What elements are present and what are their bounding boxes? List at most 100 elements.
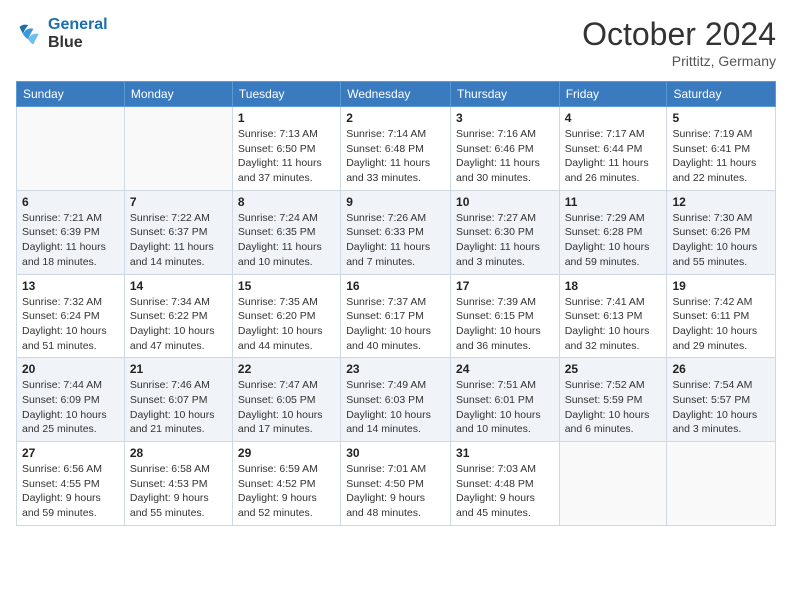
day-info: Sunrise: 7:49 AM Sunset: 6:03 PM Dayligh…	[346, 378, 445, 437]
calendar-cell: 18Sunrise: 7:41 AM Sunset: 6:13 PM Dayli…	[559, 274, 667, 358]
calendar-cell: 12 Sunrise: 7:30 AM Sunset: 6:26 PM Dayli…	[667, 190, 776, 274]
day-info: Sunrise: 6:58 AM Sunset: 4:53 PM Dayligh…	[130, 462, 227, 521]
day-info: Sunrise: 7:01 AM Sunset: 4:50 PM Dayligh…	[346, 462, 445, 521]
calendar-cell: 21Sunrise: 7:46 AM Sunset: 6:07 PM Dayli…	[124, 358, 232, 442]
header-monday: Monday	[124, 82, 232, 107]
day-number: 3	[456, 111, 554, 125]
day-number: 12	[672, 195, 770, 209]
calendar-cell: 4 Sunrise: 7:17 AM Sunset: 6:44 PM Daylig…	[559, 107, 667, 191]
day-number: 11	[565, 195, 662, 209]
calendar-cell: 13Sunrise: 7:32 AM Sunset: 6:24 PM Dayli…	[17, 274, 125, 358]
day-info: Sunrise: 7:03 AM Sunset: 4:48 PM Dayligh…	[456, 462, 554, 521]
calendar-week-2: 13Sunrise: 7:32 AM Sunset: 6:24 PM Dayli…	[17, 274, 776, 358]
day-info: Sunrise: 7:24 AM Sunset: 6:35 PM Dayligh…	[238, 211, 335, 270]
day-number: 2	[346, 111, 445, 125]
day-info: Sunrise: 7:29 AM Sunset: 6:28 PM Dayligh…	[565, 211, 662, 270]
day-number: 16	[346, 279, 445, 293]
calendar-week-4: 27Sunrise: 6:56 AM Sunset: 4:55 PM Dayli…	[17, 442, 776, 526]
calendar-cell: 30 Sunrise: 7:01 AM Sunset: 4:50 PM Dayli…	[341, 442, 451, 526]
calendar-cell	[667, 442, 776, 526]
calendar-week-1: 6Sunrise: 7:21 AM Sunset: 6:39 PM Daylig…	[17, 190, 776, 274]
calendar-cell: 24 Sunrise: 7:51 AM Sunset: 6:01 PM Dayli…	[451, 358, 560, 442]
day-number: 20	[22, 362, 119, 376]
logo-icon	[16, 20, 44, 48]
calendar-week-0: 1 Sunrise: 7:13 AM Sunset: 6:50 PM Daylig…	[17, 107, 776, 191]
calendar-cell: 1 Sunrise: 7:13 AM Sunset: 6:50 PM Daylig…	[232, 107, 340, 191]
day-number: 19	[672, 279, 770, 293]
day-info: Sunrise: 7:30 AM Sunset: 6:26 PM Dayligh…	[672, 211, 770, 270]
day-number: 21	[130, 362, 227, 376]
day-info: Sunrise: 7:26 AM Sunset: 6:33 PM Dayligh…	[346, 211, 445, 270]
day-number: 13	[22, 279, 119, 293]
day-info: Sunrise: 7:42 AM Sunset: 6:11 PM Dayligh…	[672, 295, 770, 354]
calendar-cell: 6Sunrise: 7:21 AM Sunset: 6:39 PM Daylig…	[17, 190, 125, 274]
calendar-cell	[559, 442, 667, 526]
location: Prittitz, Germany	[582, 53, 776, 69]
header-thursday: Thursday	[451, 82, 560, 107]
calendar-cell: 22Sunrise: 7:47 AM Sunset: 6:05 PM Dayli…	[232, 358, 340, 442]
day-number: 29	[238, 446, 335, 460]
day-number: 31	[456, 446, 554, 460]
day-number: 1	[238, 111, 335, 125]
calendar-table: SundayMondayTuesdayWednesdayThursdayFrid…	[16, 81, 776, 526]
header-friday: Friday	[559, 82, 667, 107]
day-number: 5	[672, 111, 770, 125]
page-header: General Blue October 2024 Prittitz, Germ…	[16, 16, 776, 69]
calendar-cell: 26Sunrise: 7:54 AM Sunset: 5:57 PM Dayli…	[667, 358, 776, 442]
day-number: 10	[456, 195, 554, 209]
calendar-cell: 31 Sunrise: 7:03 AM Sunset: 4:48 PM Dayli…	[451, 442, 560, 526]
day-info: Sunrise: 7:52 AM Sunset: 5:59 PM Dayligh…	[565, 378, 662, 437]
calendar-cell: 28 Sunrise: 6:58 AM Sunset: 4:53 PM Dayli…	[124, 442, 232, 526]
logo-text: General Blue	[48, 16, 108, 52]
calendar-cell: 27Sunrise: 6:56 AM Sunset: 4:55 PM Dayli…	[17, 442, 125, 526]
day-info: Sunrise: 7:35 AM Sunset: 6:20 PM Dayligh…	[238, 295, 335, 354]
day-number: 24	[456, 362, 554, 376]
header-wednesday: Wednesday	[341, 82, 451, 107]
day-info: Sunrise: 7:44 AM Sunset: 6:09 PM Dayligh…	[22, 378, 119, 437]
calendar-cell: 29 Sunrise: 6:59 AM Sunset: 4:52 PM Dayli…	[232, 442, 340, 526]
day-number: 14	[130, 279, 227, 293]
calendar-cell: 19 Sunrise: 7:42 AM Sunset: 6:11 PM Dayli…	[667, 274, 776, 358]
day-number: 4	[565, 111, 662, 125]
month-title: October 2024	[582, 16, 776, 53]
logo: General Blue	[16, 16, 108, 52]
day-number: 22	[238, 362, 335, 376]
day-info: Sunrise: 7:39 AM Sunset: 6:15 PM Dayligh…	[456, 295, 554, 354]
calendar-cell: 7Sunrise: 7:22 AM Sunset: 6:37 PM Daylig…	[124, 190, 232, 274]
calendar-cell	[17, 107, 125, 191]
day-number: 28	[130, 446, 227, 460]
day-info: Sunrise: 7:17 AM Sunset: 6:44 PM Dayligh…	[565, 127, 662, 186]
day-info: Sunrise: 7:51 AM Sunset: 6:01 PM Dayligh…	[456, 378, 554, 437]
day-number: 6	[22, 195, 119, 209]
header-saturday: Saturday	[667, 82, 776, 107]
calendar-cell: 25 Sunrise: 7:52 AM Sunset: 5:59 PM Dayli…	[559, 358, 667, 442]
day-info: Sunrise: 6:59 AM Sunset: 4:52 PM Dayligh…	[238, 462, 335, 521]
day-number: 9	[346, 195, 445, 209]
calendar-cell: 5Sunrise: 7:19 AM Sunset: 6:41 PM Daylig…	[667, 107, 776, 191]
day-info: Sunrise: 7:16 AM Sunset: 6:46 PM Dayligh…	[456, 127, 554, 186]
calendar-cell: 2 Sunrise: 7:14 AM Sunset: 6:48 PM Daylig…	[341, 107, 451, 191]
calendar-cell: 8 Sunrise: 7:24 AM Sunset: 6:35 PM Daylig…	[232, 190, 340, 274]
calendar-cell: 23 Sunrise: 7:49 AM Sunset: 6:03 PM Dayli…	[341, 358, 451, 442]
calendar-cell: 3 Sunrise: 7:16 AM Sunset: 6:46 PM Daylig…	[451, 107, 560, 191]
day-info: Sunrise: 7:54 AM Sunset: 5:57 PM Dayligh…	[672, 378, 770, 437]
title-block: October 2024 Prittitz, Germany	[582, 16, 776, 69]
day-info: Sunrise: 7:13 AM Sunset: 6:50 PM Dayligh…	[238, 127, 335, 186]
day-info: Sunrise: 7:14 AM Sunset: 6:48 PM Dayligh…	[346, 127, 445, 186]
day-info: Sunrise: 7:22 AM Sunset: 6:37 PM Dayligh…	[130, 211, 227, 270]
day-number: 8	[238, 195, 335, 209]
calendar-cell: 14 Sunrise: 7:34 AM Sunset: 6:22 PM Dayli…	[124, 274, 232, 358]
day-number: 27	[22, 446, 119, 460]
day-number: 30	[346, 446, 445, 460]
calendar-cell: 9 Sunrise: 7:26 AM Sunset: 6:33 PM Daylig…	[341, 190, 451, 274]
calendar-cell: 20 Sunrise: 7:44 AM Sunset: 6:09 PM Dayli…	[17, 358, 125, 442]
calendar-cell	[124, 107, 232, 191]
calendar-header-row: SundayMondayTuesdayWednesdayThursdayFrid…	[17, 82, 776, 107]
day-info: Sunrise: 7:34 AM Sunset: 6:22 PM Dayligh…	[130, 295, 227, 354]
day-info: Sunrise: 7:27 AM Sunset: 6:30 PM Dayligh…	[456, 211, 554, 270]
day-number: 23	[346, 362, 445, 376]
header-tuesday: Tuesday	[232, 82, 340, 107]
day-number: 25	[565, 362, 662, 376]
calendar-cell: 16Sunrise: 7:37 AM Sunset: 6:17 PM Dayli…	[341, 274, 451, 358]
day-number: 17	[456, 279, 554, 293]
